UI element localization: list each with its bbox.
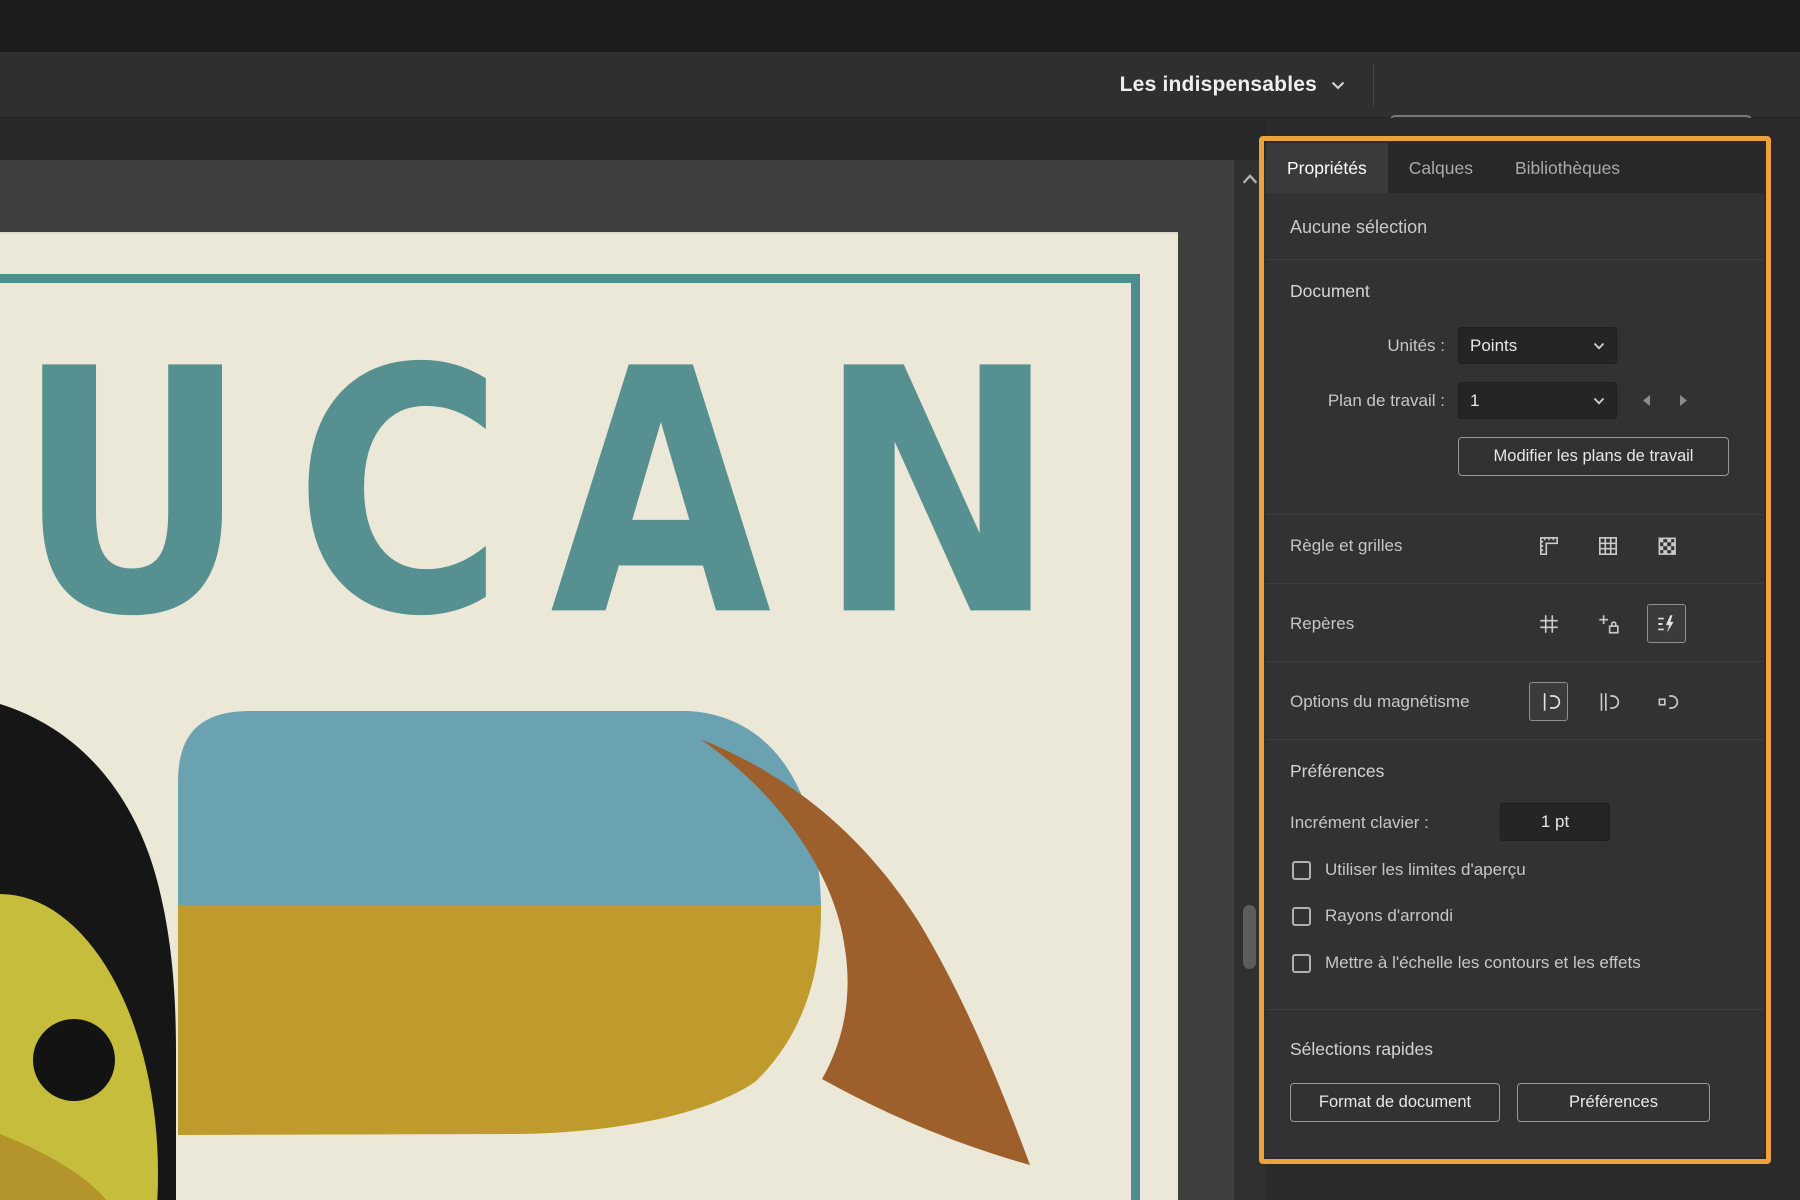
smart-guides-icon bbox=[1655, 612, 1679, 636]
snap-to-grid-icon bbox=[1596, 690, 1620, 714]
illustrator-window: Les indispensables » bbox=[0, 0, 1800, 1200]
chevron-down-icon bbox=[1593, 342, 1605, 350]
poster-frame-right bbox=[1131, 274, 1140, 1200]
show-guides-button[interactable] bbox=[1529, 604, 1568, 643]
selection-status: Aucune sélection bbox=[1290, 217, 1427, 237]
units-dropdown[interactable]: Points bbox=[1458, 327, 1617, 364]
artboard-dropdown[interactable]: 1 bbox=[1458, 382, 1617, 419]
lock-guides-icon bbox=[1596, 612, 1620, 636]
section-title-preferences: Préférences bbox=[1290, 761, 1384, 781]
previous-artboard-icon[interactable] bbox=[1640, 393, 1652, 408]
artboard[interactable]: UCAN bbox=[0, 232, 1178, 1200]
smart-guides-button[interactable] bbox=[1647, 604, 1686, 643]
tab-calques[interactable]: Calques bbox=[1388, 143, 1494, 193]
preview-bounds-checkbox-row[interactable]: Utiliser les limites d'aperçu bbox=[1292, 858, 1526, 882]
toggle-transparency-grid-button[interactable] bbox=[1647, 526, 1686, 565]
keyboard-increment-label: Incrément clavier : bbox=[1290, 813, 1429, 832]
corner-ruler-icon bbox=[1537, 534, 1561, 558]
snap-to-grid-button[interactable] bbox=[1588, 682, 1627, 721]
rulers-grids-label: Règle et grilles bbox=[1290, 536, 1402, 555]
panel-tabbar: Propriétés Calques Bibliothèques bbox=[1266, 143, 1764, 193]
corner-radius-checkbox-row[interactable]: Rayons d'arrondi bbox=[1292, 904, 1453, 928]
keyboard-increment-input[interactable]: 1 pt bbox=[1500, 803, 1610, 841]
workspace-switcher[interactable]: Les indispensables bbox=[1120, 52, 1345, 118]
chevron-down-icon bbox=[1331, 80, 1345, 91]
divider bbox=[1266, 1009, 1764, 1010]
snap-to-point-button[interactable] bbox=[1529, 682, 1568, 721]
preview-bounds-label: Utiliser les limites d'aperçu bbox=[1325, 860, 1526, 880]
poster-headline: UCAN bbox=[16, 326, 1103, 663]
toolbar-separator bbox=[1373, 64, 1374, 106]
canvas[interactable]: UCAN bbox=[0, 160, 1234, 1200]
checkbox-unchecked[interactable] bbox=[1292, 954, 1311, 973]
checkbox-unchecked[interactable] bbox=[1292, 861, 1311, 880]
workspace-switcher-label: Les indispensables bbox=[1120, 73, 1317, 97]
section-title-document: Document bbox=[1290, 281, 1370, 301]
scale-strokes-effects-label: Mettre à l'échelle les contours et les e… bbox=[1325, 953, 1641, 973]
divider bbox=[1266, 661, 1764, 662]
guides-icon bbox=[1537, 612, 1561, 636]
toucan-beak-lower bbox=[178, 905, 821, 1135]
app-toolbar: Les indispensables bbox=[0, 52, 1800, 118]
next-artboard-icon[interactable] bbox=[1678, 393, 1690, 408]
snap-to-point-icon bbox=[1537, 690, 1561, 714]
toucan-eye bbox=[33, 1019, 115, 1101]
snap-to-pixel-button[interactable] bbox=[1647, 682, 1686, 721]
grid-icon bbox=[1596, 534, 1620, 558]
edit-artboards-button[interactable]: Modifier les plans de travail bbox=[1458, 437, 1729, 476]
checkbox-unchecked[interactable] bbox=[1292, 907, 1311, 926]
canvas-scroll-gutter bbox=[1234, 160, 1266, 1200]
divider bbox=[1266, 583, 1764, 584]
corner-radius-label: Rayons d'arrondi bbox=[1325, 906, 1453, 926]
vertical-scrollbar-thumb[interactable] bbox=[1243, 905, 1256, 969]
chevron-down-icon bbox=[1593, 397, 1605, 405]
transparency-grid-icon bbox=[1655, 534, 1679, 558]
scroll-up-icon[interactable] bbox=[1241, 172, 1259, 186]
toggle-rulers-button[interactable] bbox=[1529, 526, 1568, 565]
units-value: Points bbox=[1470, 336, 1517, 356]
window-titlebar bbox=[0, 0, 1800, 52]
snapping-label: Options du magnétisme bbox=[1290, 692, 1470, 711]
lock-guides-button[interactable] bbox=[1588, 604, 1627, 643]
units-label: Unités : bbox=[1387, 336, 1445, 356]
preferences-button[interactable]: Préférences bbox=[1517, 1083, 1710, 1122]
toggle-grid-button[interactable] bbox=[1588, 526, 1627, 565]
guides-label: Repères bbox=[1290, 614, 1354, 633]
keyboard-increment-value: 1 pt bbox=[1541, 812, 1569, 832]
section-title-quick-actions: Sélections rapides bbox=[1290, 1039, 1433, 1059]
artboard-value: 1 bbox=[1470, 391, 1479, 411]
poster-frame-top bbox=[0, 274, 1140, 283]
snap-to-pixel-icon bbox=[1655, 690, 1679, 714]
toucan-beak-upper bbox=[178, 711, 821, 905]
artboard-label: Plan de travail : bbox=[1328, 391, 1445, 411]
properties-panel: Propriétés Calques Bibliothèques Aucune … bbox=[1266, 143, 1764, 1157]
document-setup-button[interactable]: Format de document bbox=[1290, 1083, 1500, 1122]
divider bbox=[1266, 514, 1764, 515]
divider bbox=[1266, 739, 1764, 740]
scale-strokes-effects-checkbox-row[interactable]: Mettre à l'échelle les contours et les e… bbox=[1292, 951, 1641, 975]
tab-bibliotheques[interactable]: Bibliothèques bbox=[1494, 143, 1641, 193]
tab-proprietes[interactable]: Propriétés bbox=[1266, 143, 1388, 193]
divider bbox=[1266, 259, 1764, 260]
